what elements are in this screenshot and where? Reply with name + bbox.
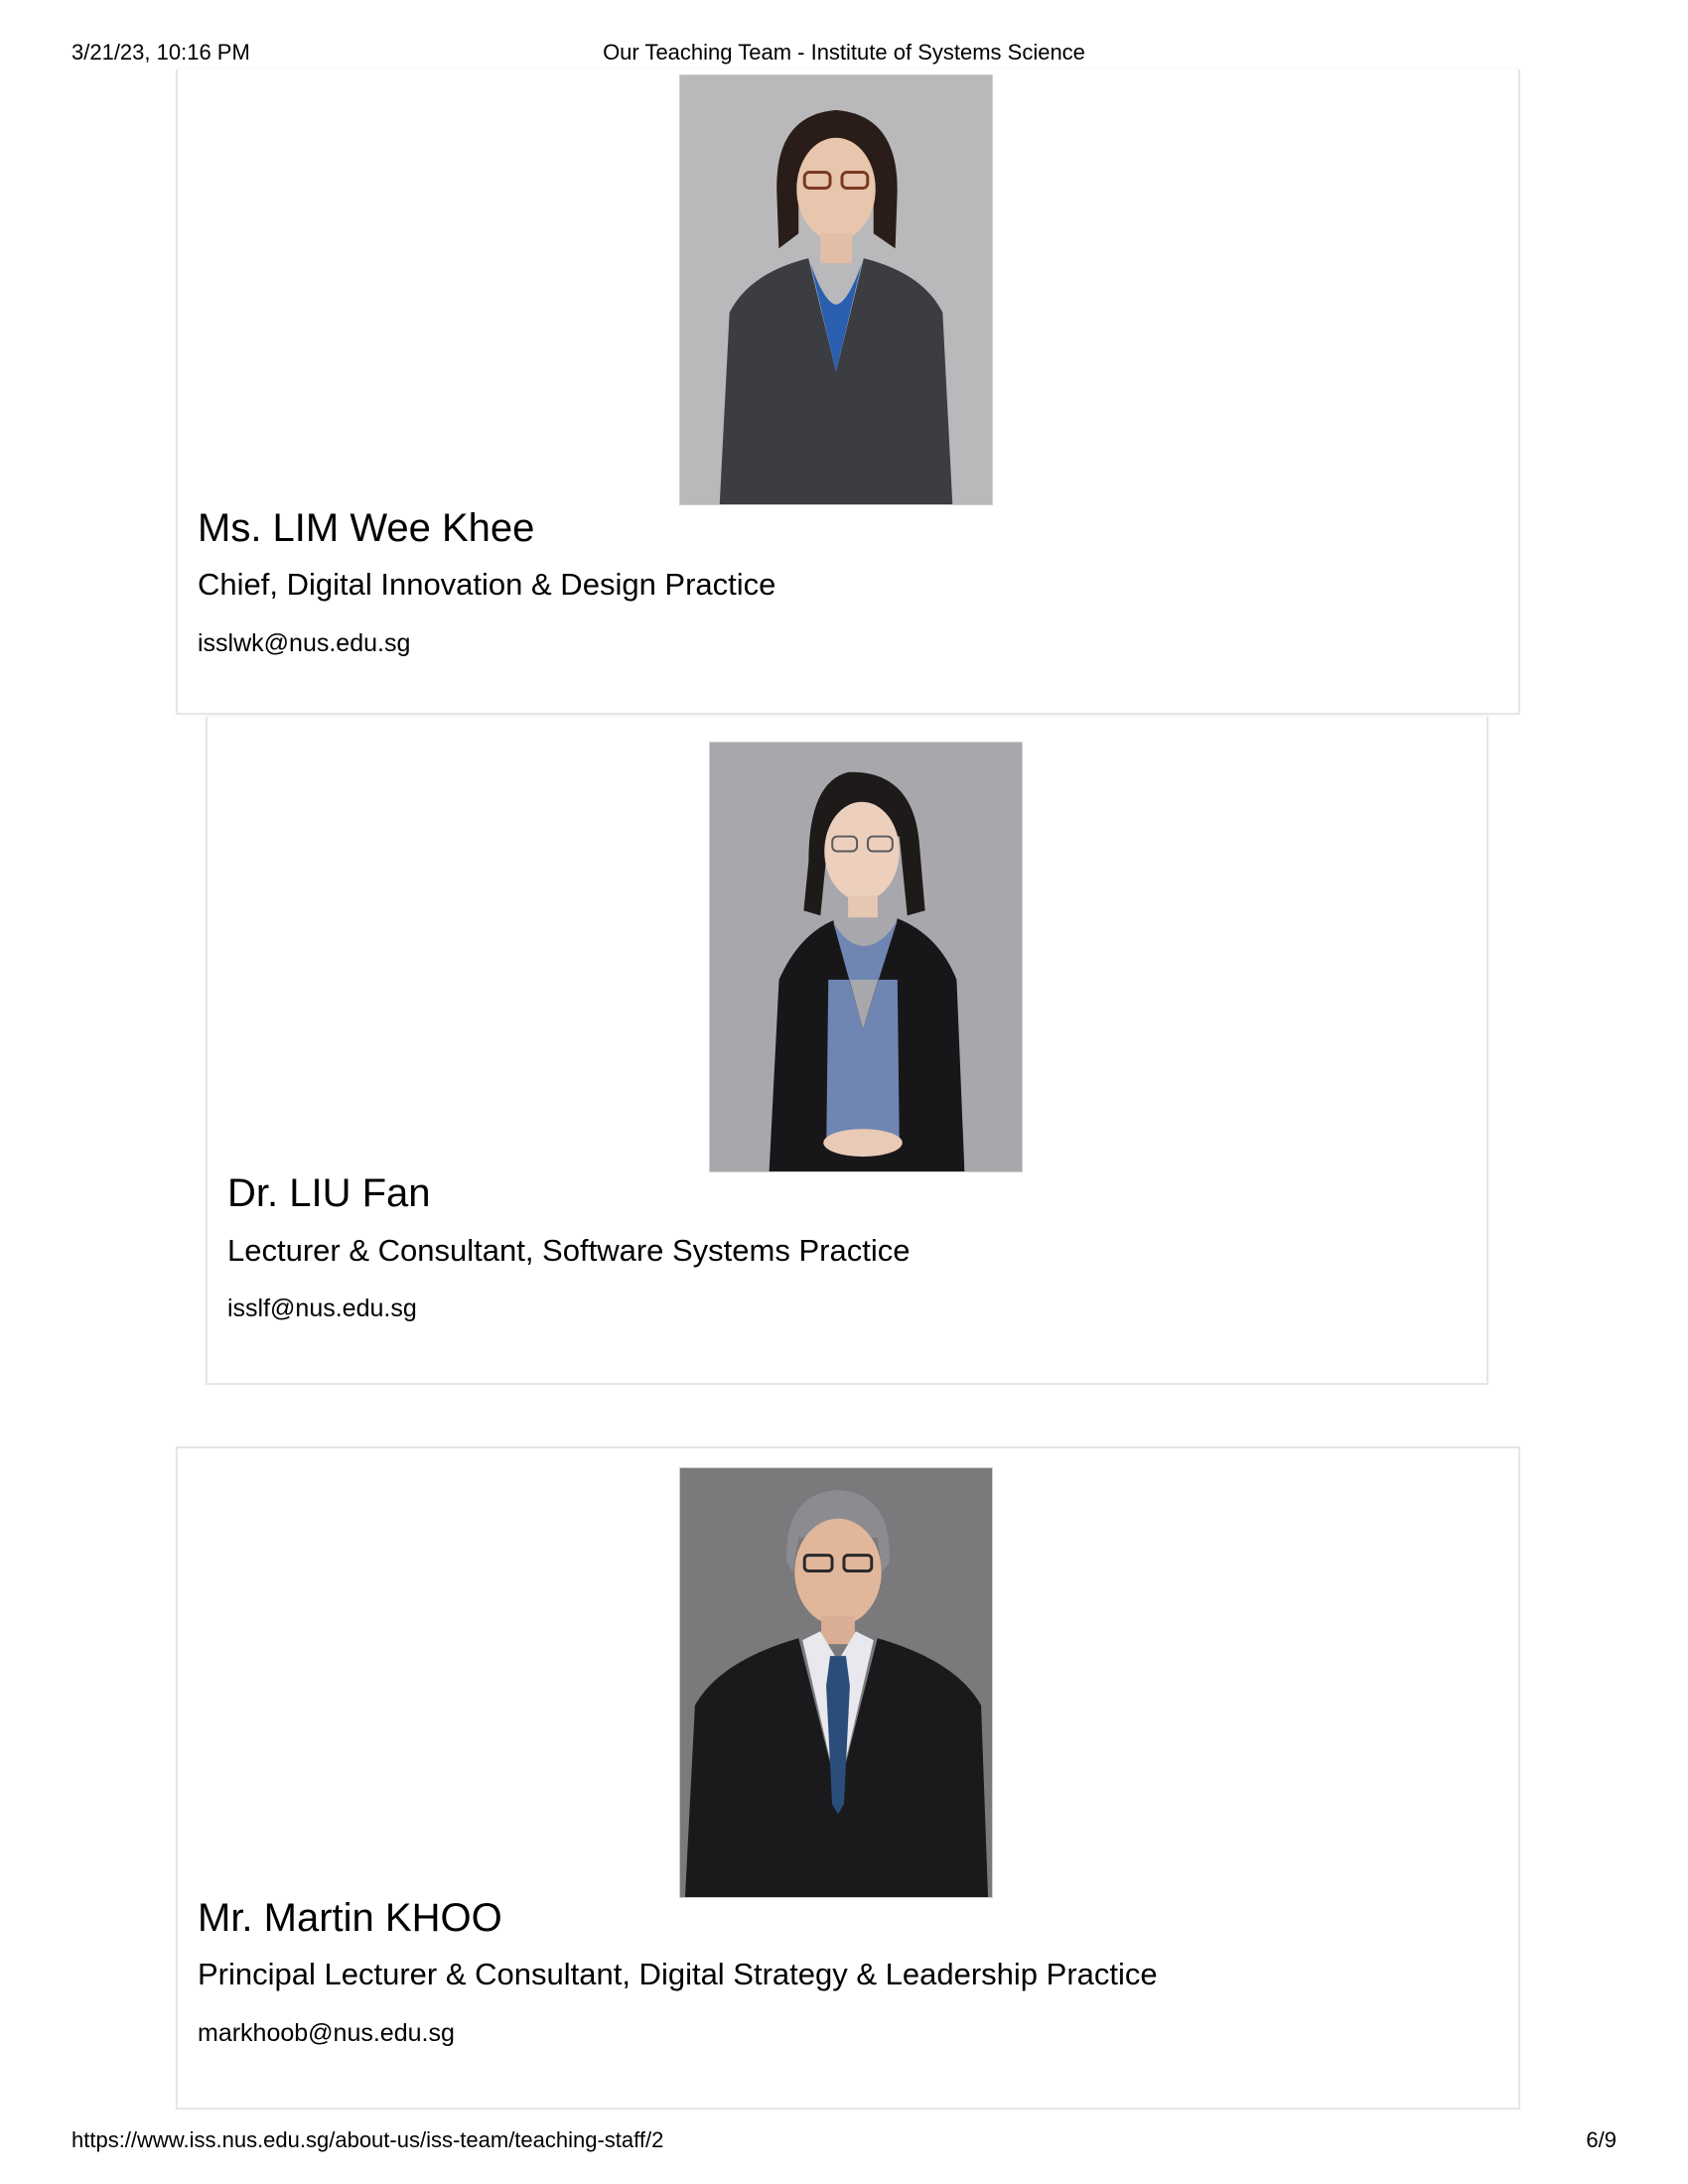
staff-card: Mr. Martin KHOO Principal Lecturer & Con… <box>176 1446 1520 2110</box>
staff-role: Lecturer & Consultant, Software Systems … <box>227 1233 911 1268</box>
staff-photo <box>679 74 993 505</box>
staff-email[interactable]: markhoob@nus.edu.sg <box>198 2018 455 2048</box>
staff-name: Dr. LIU Fan <box>227 1171 431 1215</box>
staff-card: Ms. LIM Wee Khee Chief, Digital Innovati… <box>176 69 1520 715</box>
staff-card: Dr. LIU Fan Lecturer & Consultant, Softw… <box>206 717 1488 1385</box>
staff-role: Principal Lecturer & Consultant, Digital… <box>198 1957 1158 1991</box>
staff-photo <box>679 1467 993 1898</box>
staff-email[interactable]: isslf@nus.edu.sg <box>227 1294 417 1323</box>
staff-role: Chief, Digital Innovation & Design Pract… <box>198 567 776 602</box>
page-url: https://www.iss.nus.edu.sg/about-us/iss-… <box>71 2127 664 2152</box>
page-number: 6/9 <box>1586 2127 1617 2152</box>
staff-name: Ms. LIM Wee Khee <box>198 506 535 550</box>
staff-name: Mr. Martin KHOO <box>198 1896 502 1940</box>
page-title: Our Teaching Team - Institute of Systems… <box>603 40 1085 65</box>
staff-photo <box>709 742 1023 1172</box>
staff-email[interactable]: isslwk@nus.edu.sg <box>198 628 410 658</box>
